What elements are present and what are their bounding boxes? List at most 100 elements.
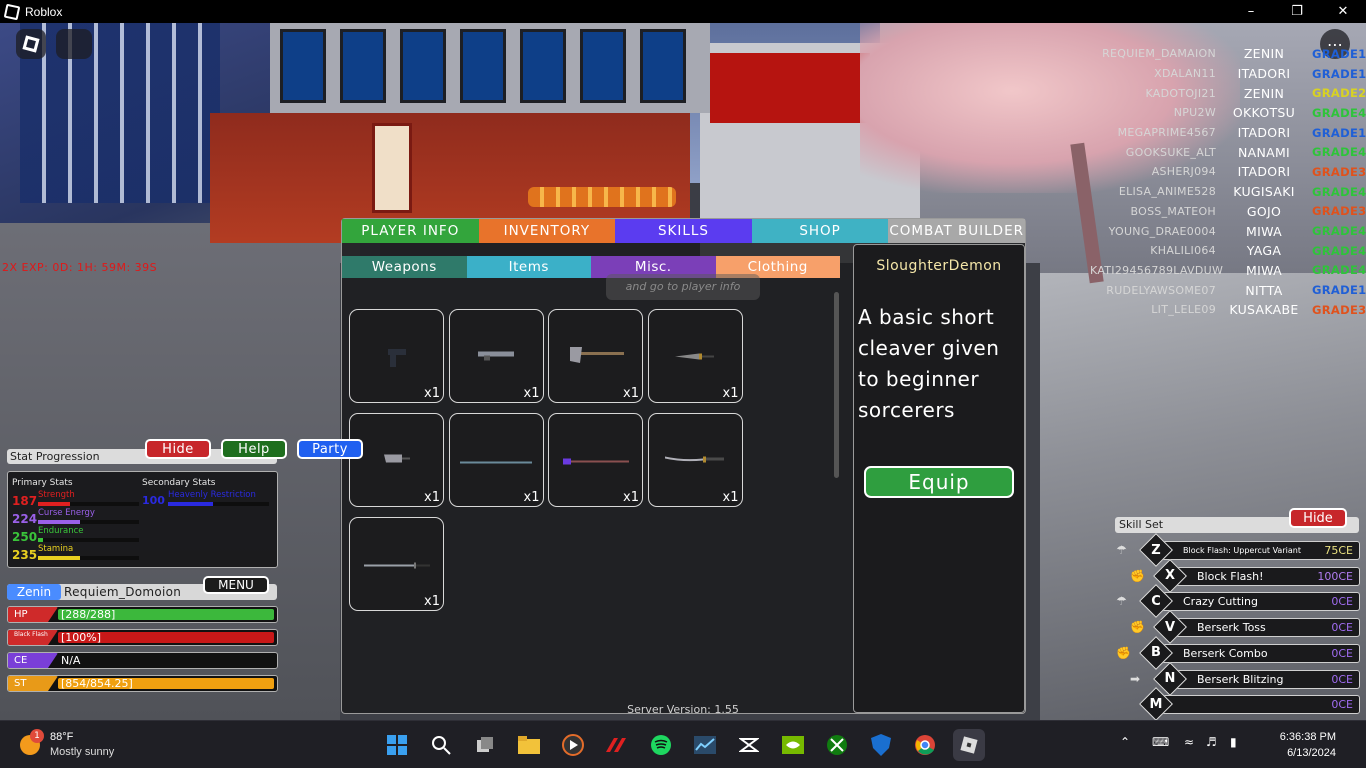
inventory-slot[interactable]: x1 (448, 413, 544, 507)
tab-player-info[interactable]: PLAYER INFO (342, 219, 479, 243)
skill-keybind: M (1149, 696, 1163, 712)
player-list-clan: ITADORI (1237, 66, 1291, 82)
inventory-slot[interactable]: x1 (548, 413, 643, 507)
stat-value: 187 (12, 494, 38, 508)
stat-bar-fill (38, 502, 71, 506)
skill-keybind: Z (1151, 542, 1161, 558)
player-row[interactable]: XDALAN11 ITADORI GRADE1 (1090, 64, 1366, 84)
bar-tag: CE (8, 653, 58, 668)
inventory-slot[interactable]: x1 (349, 517, 444, 611)
player-row[interactable]: KATI29456789LAVDUW MIWA GRADE4 (1090, 261, 1366, 281)
player-row[interactable]: KADOTOJI21 ZENIN GRADE2 (1090, 83, 1366, 103)
armoury-crate-icon[interactable] (601, 729, 633, 761)
umbrella-icon: ☂ (1116, 543, 1127, 557)
window-titlebar: Roblox – ❐ ✕ (0, 0, 1366, 23)
skill-name: Berserk Toss (1197, 621, 1266, 635)
player-list-name: RUDELYAWSOME07 (1106, 283, 1216, 297)
subtab-weapons[interactable]: Weapons (342, 256, 467, 278)
wifi-icon[interactable]: ≈ (1184, 735, 1194, 749)
bar-tag: HP (8, 607, 58, 622)
player-name: Requiem_Domoion (64, 585, 182, 599)
roblox-icon[interactable] (953, 729, 985, 761)
shop-window (460, 29, 506, 103)
player-row[interactable]: GOOKSUKE_ALT NANAMI GRADE4 (1090, 142, 1366, 162)
roblox-menu-button[interactable] (16, 29, 46, 59)
sword-icon (362, 555, 432, 574)
chrome-icon[interactable] (909, 729, 941, 761)
skill-row[interactable]: Berserk Blitzing 0CE (1174, 669, 1360, 689)
system-clock[interactable]: 6:36:38 PM 6/13/2024 (1256, 729, 1336, 761)
hide-skills-button[interactable]: Hide (1289, 508, 1347, 528)
inventory-slot[interactable]: x1 (647, 413, 743, 507)
shop-window (340, 29, 386, 103)
spotify-icon[interactable] (645, 729, 677, 761)
player-row[interactable]: KHALILI064 YAGA GRADE4 (1090, 241, 1366, 261)
player-list-name: REQUIEM_DAMAION (1102, 47, 1216, 61)
primary-stats-label: Primary Stats (12, 478, 73, 488)
player-row[interactable]: REQUIEM_DAMAION ZENIN GRADE1 (1090, 44, 1366, 64)
volume-icon[interactable]: ♬ (1206, 735, 1217, 749)
subtab-items[interactable]: Items (466, 256, 591, 278)
stat-name: Stamina (38, 544, 74, 554)
player-row[interactable]: ASHERJ094 ITADORI GRADE3 (1090, 162, 1366, 182)
media-player-icon[interactable] (557, 729, 589, 761)
player-row[interactable]: YOUNG_DRAE0004 MIWA GRADE4 (1090, 221, 1366, 241)
inventory-scrollbar[interactable] (834, 292, 839, 478)
skill-row[interactable]: Block Flash: Uppercut Variant 75CE (1160, 541, 1360, 560)
skill-row[interactable]: Crazy Cutting 0CE (1160, 592, 1360, 612)
search-icon[interactable] (425, 729, 457, 761)
chat-button[interactable] (56, 29, 92, 59)
inventory-slot[interactable]: x1 (448, 309, 544, 403)
player-row[interactable]: NPU2W OKKOTSU GRADE4 (1090, 103, 1366, 123)
player-row[interactable]: LIT_LELE09 KUSAKABE GRADE3 (1090, 300, 1366, 320)
hide-stats-button[interactable]: Hide (145, 439, 211, 459)
tab-shop[interactable]: SHOP (751, 219, 889, 243)
keyboard-icon[interactable]: ⌨ (1152, 735, 1169, 749)
inventory-slot[interactable]: x1 (548, 309, 643, 403)
inventory-slot[interactable]: x1 (647, 309, 743, 403)
cleaver-icon (382, 451, 412, 470)
tab-inventory[interactable]: INVENTORY (478, 219, 616, 243)
file-explorer-icon[interactable] (513, 729, 545, 761)
player-row[interactable]: RUDELYAWSOME07 NITTA GRADE1 (1090, 280, 1366, 300)
stat-bar (38, 520, 139, 524)
minimize-icon[interactable]: – (1228, 0, 1274, 23)
xbox-icon[interactable] (821, 729, 853, 761)
capcut-icon[interactable] (733, 729, 765, 761)
inventory-slot[interactable]: x1 (349, 413, 444, 507)
player-list-clan: ZENIN (1243, 46, 1285, 62)
skill-row[interactable]: Berserk Toss 0CE (1174, 618, 1360, 638)
weather-widget[interactable]: 1 88°F Mostly sunny (20, 729, 150, 763)
close-icon[interactable]: ✕ (1320, 0, 1366, 23)
player-row[interactable]: BOSS_MATEOH GOJO GRADE3 (1090, 202, 1366, 222)
windows-start-icon[interactable] (381, 729, 413, 761)
inventory-slot[interactable]: x1 (349, 309, 444, 403)
skill-name: Berserk Blitzing (1197, 672, 1284, 686)
tab-combat-builder[interactable]: COMBAT BUILDER (888, 219, 1025, 243)
umbrella-icon: ☂ (1116, 594, 1127, 609)
help-button[interactable]: Help (221, 439, 287, 459)
item-quantity: x1 (623, 386, 639, 401)
player-row[interactable]: MEGAPRIME4567 ITADORI GRADE1 (1090, 123, 1366, 143)
show-hidden-icons-icon[interactable]: ⌃ (1120, 735, 1130, 749)
nvidia-icon[interactable] (777, 729, 809, 761)
item-name: SloughterDemon (876, 258, 1002, 274)
battery-icon[interactable]: ▮ (1230, 735, 1237, 749)
menu-button[interactable]: MENU (203, 576, 269, 594)
skill-row[interactable]: Berserk Combo 0CE (1160, 643, 1360, 663)
tab-skills[interactable]: SKILLS (615, 219, 752, 243)
item-quantity: x1 (523, 490, 540, 505)
restore-icon[interactable]: ❐ (1274, 0, 1320, 23)
window-title: Roblox (25, 4, 63, 19)
stocks-icon[interactable] (689, 729, 721, 761)
player-list-grade: GRADE4 (1312, 184, 1366, 199)
shop-window (400, 29, 446, 103)
skill-row[interactable]: 0CE (1160, 695, 1360, 715)
fist-icon: ✊ (1116, 645, 1131, 660)
equip-button[interactable]: Equip (864, 466, 1014, 498)
defender-icon[interactable] (865, 729, 897, 761)
skill-row[interactable]: Block Flash! 100CE (1174, 566, 1360, 586)
player-row[interactable]: ELISA_ANIME528 KUGISAKI GRADE4 (1090, 182, 1366, 202)
task-view-icon[interactable] (469, 729, 501, 761)
party-button[interactable]: Party (297, 439, 363, 459)
